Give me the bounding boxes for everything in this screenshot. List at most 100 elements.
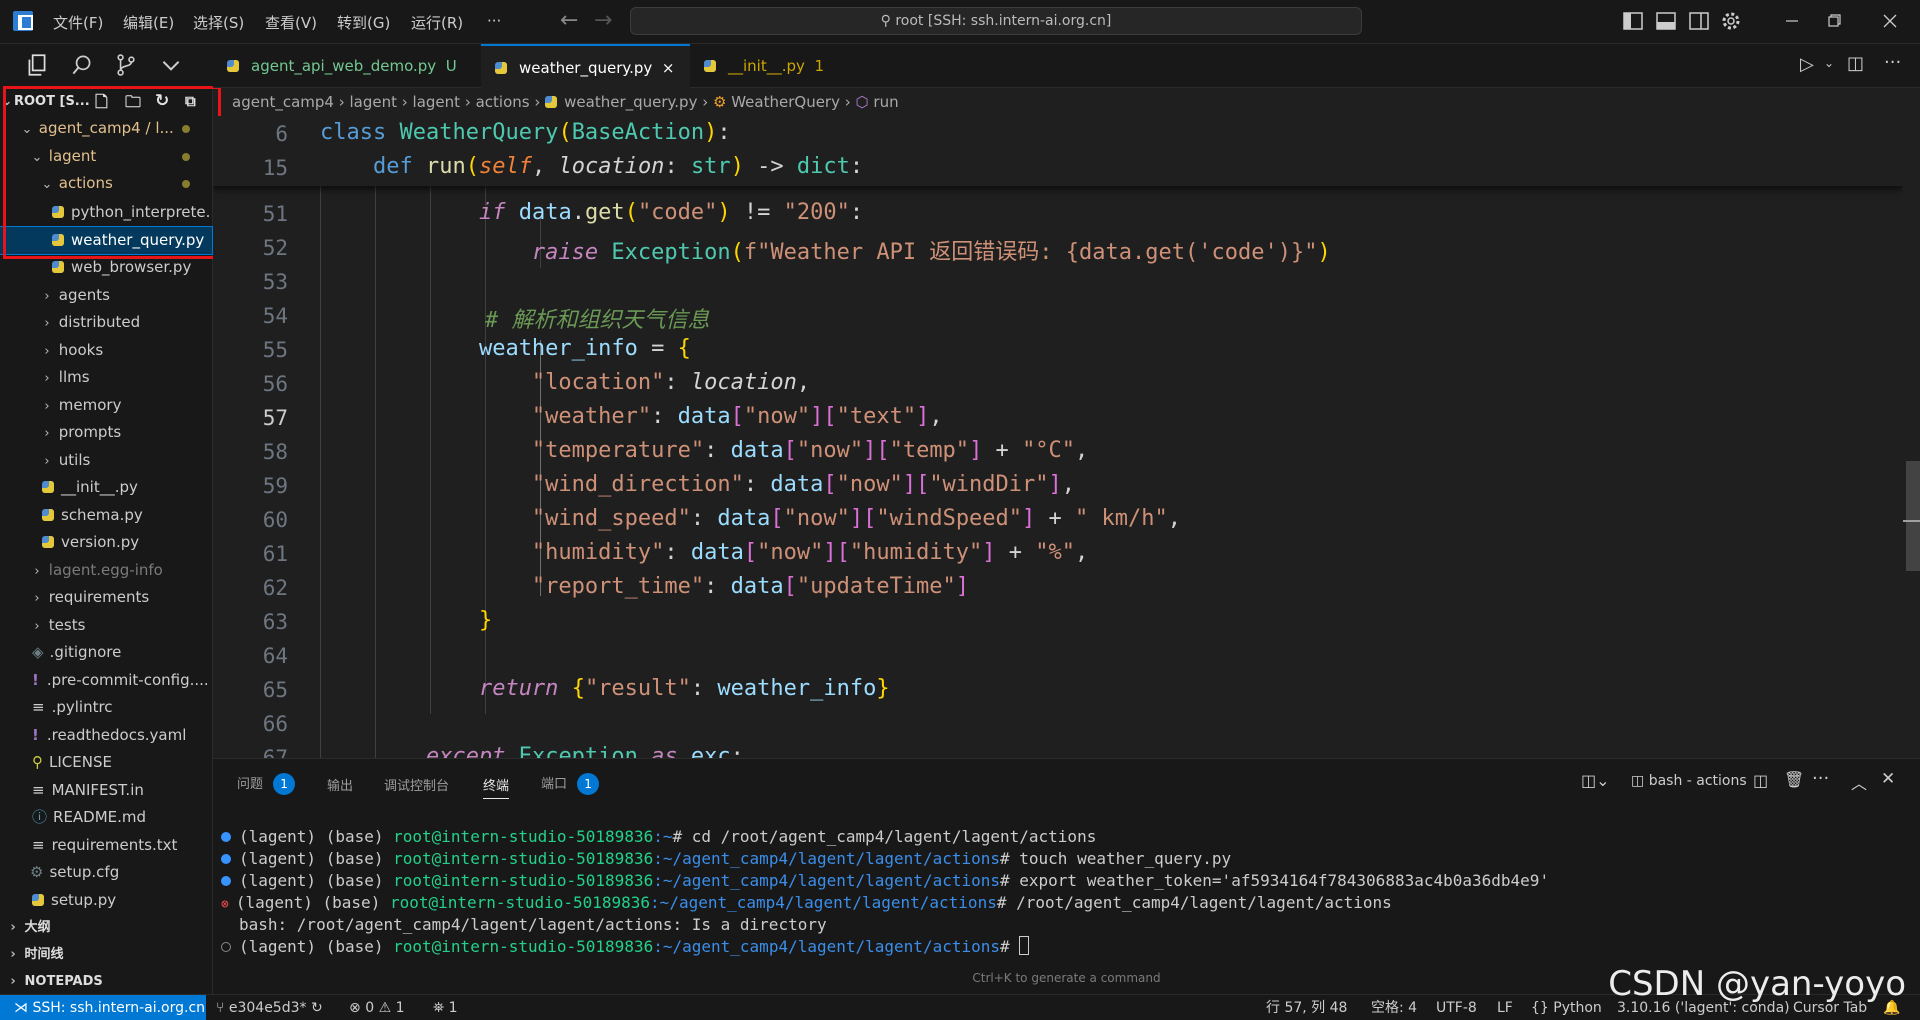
refresh-icon[interactable]: ↻ — [155, 88, 169, 115]
menu-go[interactable]: 转到(G) — [337, 12, 390, 33]
breadcrumb-item[interactable]: WeatherQuery — [731, 93, 840, 111]
branch-indicator[interactable]: ⑂ e304e5d3* ↻ — [216, 995, 323, 1020]
back-arrow-icon[interactable]: ← — [560, 8, 578, 33]
tree-folder-egg-info[interactable]: › lagent.egg-info — [0, 557, 212, 584]
restore-icon[interactable] — [1822, 9, 1846, 33]
chevron-down-icon[interactable]: ⌄ — [1824, 56, 1834, 70]
terminal-layout-icon[interactable]: ◫⌄ — [1581, 771, 1610, 790]
code-editor[interactable]: 51 if data.get("code") != "200": 52 rais… — [213, 116, 1903, 758]
collapse-all-icon[interactable]: ⧉ — [185, 88, 196, 115]
panel-tab-problems[interactable]: 问题 1 — [237, 773, 296, 795]
tree-file-weather-query[interactable]: weather_query.py — [0, 226, 213, 255]
tree-folder-prompts[interactable]: › prompts — [0, 419, 212, 446]
menu-selection[interactable]: 选择(S) — [193, 12, 244, 33]
tree-file-init[interactable]: __init__.py — [0, 474, 212, 501]
new-file-icon[interactable]: 🗋 — [95, 88, 108, 115]
tree-folder-memory[interactable]: › memory — [0, 392, 212, 419]
tree-file-pylintrc[interactable]: ≡ .pylintrc — [0, 694, 212, 721]
tree-file-readme[interactable]: ⓘ README.md — [0, 804, 212, 831]
maximize-panel-icon[interactable]: ︿ — [1851, 770, 1867, 794]
tree-file-setup-cfg[interactable]: ⚙ setup.cfg — [0, 859, 212, 886]
settings-gear-icon[interactable] — [1719, 9, 1743, 33]
chevron-down-icon[interactable] — [158, 52, 184, 78]
command-center-search[interactable]: ⚲ root [SSH: ssh.intern-ai.org.cn] — [630, 7, 1362, 35]
language-mode[interactable]: {} Python — [1531, 995, 1602, 1020]
toggle-secondary-sidebar-icon[interactable] — [1687, 9, 1711, 33]
source-control-icon[interactable] — [113, 52, 139, 78]
section-label: NOTEPADS — [24, 974, 103, 989]
split-editor-icon[interactable]: ◫ — [1847, 53, 1864, 74]
tree-file-pre-commit[interactable]: ! .pre-commit-config.... — [0, 667, 212, 694]
breadcrumb-item[interactable]: actions — [476, 93, 530, 111]
close-panel-icon[interactable]: ✕ — [1881, 769, 1895, 789]
remote-indicator[interactable]: ⋊ SSH: ssh.intern-ai.org.cn — [0, 995, 206, 1020]
tab-agent-api-web-demo[interactable]: agent_api_web_demo.py U — [213, 44, 481, 88]
forward-arrow-icon[interactable]: → — [594, 8, 612, 33]
tree-folder-agents[interactable]: › agents — [0, 282, 212, 309]
explorer-root-header[interactable]: ⌄ ROOT [S... 🗋 🗀 ↻ ⧉ — [0, 88, 212, 115]
tree-file-setup-py[interactable]: setup.py — [0, 887, 212, 914]
terminal-selector[interactable]: ◫ bash - actions — [1631, 773, 1747, 789]
tree-folder-lagent[interactable]: ⌄ lagent — [0, 143, 212, 170]
tree-file-gitignore[interactable]: ◈ .gitignore — [0, 639, 212, 666]
breadcrumb-item[interactable]: agent_camp4 — [232, 93, 334, 111]
breadcrumb-item[interactable]: weather_query.py — [564, 93, 697, 111]
editor-scrollbar[interactable] — [1903, 116, 1920, 758]
tree-label: setup.cfg — [49, 863, 120, 881]
tree-file-web-browser[interactable]: web_browser.py — [0, 254, 212, 281]
cursor-position[interactable]: 行 57, 列 48 — [1266, 995, 1347, 1020]
breadcrumb-item[interactable]: run — [873, 93, 898, 111]
indentation[interactable]: 空格: 4 — [1371, 995, 1417, 1020]
panel-tab-debug-console[interactable]: 调试控制台 — [384, 775, 449, 794]
tree-file-manifest[interactable]: ≡ MANIFEST.in — [0, 777, 212, 804]
minimize-icon[interactable] — [1780, 9, 1804, 33]
breadcrumb-item[interactable]: lagent — [413, 93, 461, 111]
toggle-primary-sidebar-icon[interactable] — [1621, 9, 1645, 33]
tree-folder-agent-camp4[interactable]: ⌄ agent_camp4 / l... — [0, 115, 212, 142]
tree-folder-hooks[interactable]: › hooks — [0, 337, 212, 364]
tree-file-schema[interactable]: schema.py — [0, 502, 212, 529]
tree-folder-llms[interactable]: › llms — [0, 364, 212, 391]
line-ending[interactable]: LF — [1497, 995, 1513, 1020]
panel-tab-terminal[interactable]: 终端 — [483, 775, 510, 799]
menu-view[interactable]: 查看(V) — [265, 12, 317, 33]
sticky-scroll-header[interactable]: 6 class WeatherQuery(BaseAction): 15 def… — [213, 116, 1903, 186]
tree-file-python-interpreter[interactable]: python_interprete... — [0, 199, 212, 226]
explorer-files-icon[interactable] — [24, 52, 50, 78]
scrollbar-thumb[interactable] — [1906, 461, 1920, 571]
run-file-icon[interactable]: ▷ — [1800, 54, 1814, 75]
more-actions-icon[interactable]: ··· — [1812, 768, 1829, 789]
new-folder-icon[interactable]: 🗀 — [125, 88, 141, 115]
tree-file-readthedocs[interactable]: ! .readthedocs.yaml — [0, 722, 212, 749]
section-notepads[interactable]: › NOTEPADS — [0, 968, 212, 995]
tree-folder-tests[interactable]: › tests — [0, 612, 212, 639]
ports-indicator[interactable]: ⛯ 1 — [433, 995, 458, 1020]
tab-weather-query[interactable]: weather_query.py × — [481, 44, 690, 88]
tree-folder-actions[interactable]: ⌄ actions — [0, 170, 212, 197]
tree-folder-requirements[interactable]: › requirements — [0, 584, 212, 611]
menu-more[interactable]: ··· — [487, 12, 501, 30]
encoding[interactable]: UTF-8 — [1436, 995, 1477, 1020]
toggle-panel-icon[interactable] — [1654, 9, 1678, 33]
tree-file-license[interactable]: ⚲ LICENSE — [0, 749, 212, 776]
tree-folder-distributed[interactable]: › distributed — [0, 309, 212, 336]
tab-init[interactable]: __init__.py 1 — [690, 44, 850, 88]
trash-icon[interactable]: 🗑 — [1784, 770, 1804, 789]
section-timeline[interactable]: › 时间线 — [0, 941, 212, 968]
panel-tab-ports[interactable]: 端口 1 — [541, 773, 600, 795]
menu-edit[interactable]: 编辑(E) — [123, 12, 174, 33]
close-window-icon[interactable] — [1878, 9, 1902, 33]
panel-tab-output[interactable]: 输出 — [327, 775, 353, 794]
more-actions-icon[interactable]: ··· — [1884, 52, 1901, 73]
close-tab-icon[interactable]: × — [662, 59, 675, 77]
problems-indicator[interactable]: ⊗ 0 ⚠ 1 — [349, 995, 405, 1020]
tree-file-requirements-txt[interactable]: ≡ requirements.txt — [0, 832, 212, 859]
tree-folder-utils[interactable]: › utils — [0, 447, 212, 474]
search-icon[interactable] — [69, 52, 95, 78]
menu-file[interactable]: 文件(F) — [53, 12, 103, 33]
breadcrumb-item[interactable]: lagent — [350, 93, 398, 111]
menu-run[interactable]: 运行(R) — [411, 12, 463, 33]
split-terminal-icon[interactable]: ◫ — [1753, 771, 1768, 790]
section-outline[interactable]: › 大纲 — [0, 914, 212, 941]
tree-file-version[interactable]: version.py — [0, 529, 212, 556]
